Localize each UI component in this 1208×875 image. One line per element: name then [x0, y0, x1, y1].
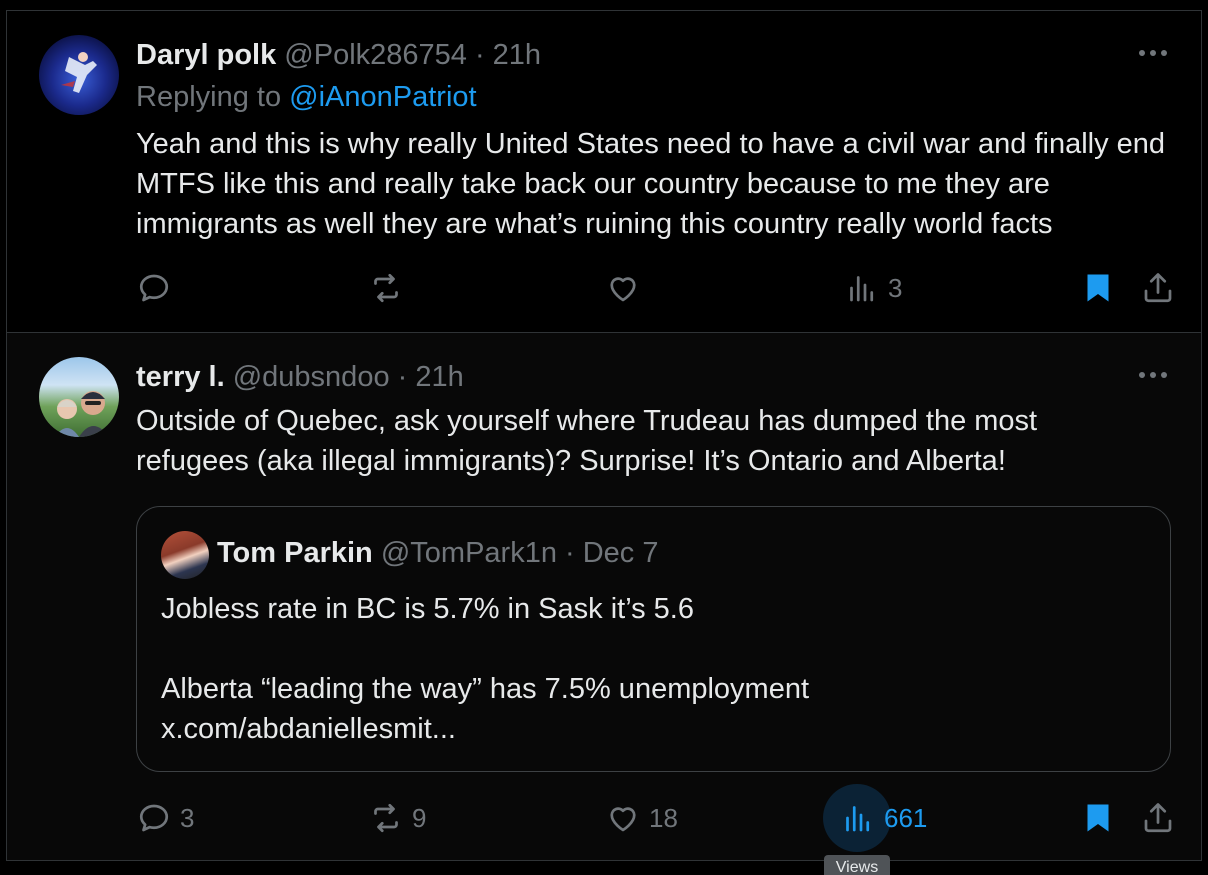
views-icon	[850, 276, 874, 302]
author-handle-time[interactable]: @Polk286754 · 21h	[284, 39, 541, 71]
quoted-text: Jobless rate in BC is 5.7% in Sask it’s …	[161, 589, 809, 749]
more-icon[interactable]	[1133, 355, 1173, 395]
views-icon	[846, 806, 870, 832]
views-button[interactable]: 661	[840, 793, 927, 843]
reply-icon	[139, 804, 169, 832]
replying-to-handle-link[interactable]: @iAnonPatriot	[289, 81, 476, 113]
author-handle-time[interactable]: @dubsndoo · 21h	[233, 361, 464, 393]
tweet-daryl-polk[interactable]: Daryl polk @Polk286754 · 21h Replying to…	[7, 11, 1201, 332]
views-button[interactable]: 3	[844, 263, 902, 313]
quoted-tweet[interactable]: Tom Parkin @TomPark1n · Dec 7 Jobless ra…	[136, 506, 1171, 772]
bookmark-button[interactable]	[1080, 263, 1116, 313]
quoted-link[interactable]: x.com/abdaniellesmit...	[161, 709, 809, 749]
like-button[interactable]	[605, 263, 649, 313]
repost-icon	[374, 803, 398, 833]
repost-button[interactable]: 9	[368, 793, 426, 843]
views-tooltip: Views	[824, 855, 890, 875]
share-icon	[1144, 273, 1172, 303]
share-button[interactable]	[1140, 263, 1176, 313]
author-name[interactable]: terry l.	[136, 361, 225, 393]
like-button[interactable]: 18	[605, 793, 678, 843]
quoted-header: Tom Parkin @TomPark1n · Dec 7	[217, 537, 658, 570]
repost-icon	[374, 273, 398, 303]
quoted-author-handle-time: @TomPark1n · Dec 7	[380, 537, 659, 569]
reply-icon	[139, 274, 169, 302]
tweet-header: terry l. @dubsndoo · 21h	[136, 361, 464, 394]
bookmark-icon	[1087, 274, 1109, 302]
like-icon	[610, 807, 636, 832]
more-icon[interactable]	[1133, 33, 1173, 73]
replying-to: Replying to @iAnonPatriot	[136, 81, 477, 113]
like-icon	[610, 277, 636, 302]
action-bar: 3	[136, 263, 1176, 313]
author-name[interactable]: Daryl polk	[136, 39, 276, 71]
repost-button[interactable]	[368, 263, 412, 313]
quoted-line: Jobless rate in BC is 5.7% in Sask it’s …	[161, 593, 694, 625]
share-button[interactable]	[1140, 793, 1176, 843]
quoted-line: Alberta “leading the way” has 7.5% unemp…	[161, 673, 810, 705]
quoted-avatar	[161, 531, 209, 579]
tweet-text: Yeah and this is why really United State…	[136, 128, 1166, 240]
share-icon	[1144, 803, 1172, 833]
tweet-header: Daryl polk @Polk286754 · 21h	[136, 39, 541, 72]
tweet-terry-l[interactable]: terry l. @dubsndoo · 21h Outside of Queb…	[7, 333, 1201, 860]
reply-button[interactable]: 3	[136, 793, 194, 843]
reply-button[interactable]	[136, 263, 180, 313]
bookmark-button[interactable]	[1080, 793, 1116, 843]
tweet-text: Outside of Quebec, ask yourself where Tr…	[136, 405, 1038, 477]
bookmark-icon	[1087, 804, 1109, 832]
avatar[interactable]	[39, 35, 119, 115]
quoted-author-name: Tom Parkin	[217, 537, 373, 569]
action-bar: 3 9 18 661	[136, 784, 1176, 852]
avatar[interactable]	[39, 357, 119, 437]
